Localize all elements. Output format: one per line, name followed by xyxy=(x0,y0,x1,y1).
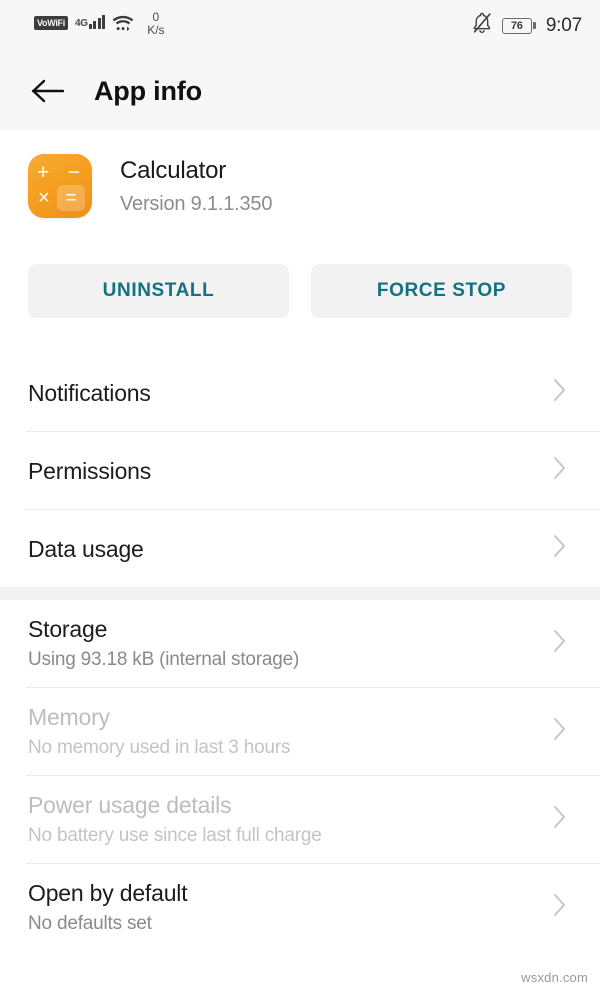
chevron-right-icon xyxy=(552,532,568,565)
bell-muted-icon xyxy=(472,12,492,39)
row-memory[interactable]: Memory No memory used in last 3 hours xyxy=(0,688,600,775)
row-title: Notifications xyxy=(28,379,151,406)
row-title: Permissions xyxy=(28,457,152,484)
row-power-usage-details[interactable]: Power usage details No battery use since… xyxy=(0,776,600,863)
app-meta: Calculator Version 9.1.1.350 xyxy=(120,154,272,218)
page-title: App info xyxy=(94,75,202,106)
back-arrow-icon[interactable] xyxy=(28,71,68,111)
times-glyph: × xyxy=(38,187,50,209)
app-info-screen: VoWiFi 4G 0 K/s 76 9:07 App info + − × =… xyxy=(0,0,600,994)
action-buttons: UNINSTALL FORCE STOP xyxy=(0,264,600,318)
row-title: Power usage details xyxy=(28,792,232,818)
chevron-right-icon xyxy=(552,454,568,487)
row-subtitle: Using 93.18 kB (internal storage) xyxy=(28,649,300,670)
calculator-app-icon: + − × = xyxy=(28,154,92,218)
app-bar: App info xyxy=(0,52,600,130)
wifi-icon xyxy=(112,15,134,37)
row-subtitle: No battery use since last full charge xyxy=(28,825,322,846)
network-type-label-group: 4G xyxy=(75,19,88,29)
app-version: Version 9.1.1.350 xyxy=(120,193,273,215)
site-watermark: wsxdn.com xyxy=(521,970,588,985)
app-summary: + − × = Calculator Version 9.1.1.350 xyxy=(0,130,600,240)
data-rate-indicator: 0 K/s xyxy=(147,11,164,36)
settings-group-secondary: Storage Using 93.18 kB (internal storage… xyxy=(0,600,600,951)
row-data-usage[interactable]: Data usage xyxy=(0,510,600,587)
row-title: Storage xyxy=(28,616,108,642)
row-subtitle: No defaults set xyxy=(28,913,152,934)
row-permissions[interactable]: Permissions xyxy=(0,432,600,509)
status-bar-right: 76 9:07 xyxy=(472,12,582,39)
status-bar: VoWiFi 4G 0 K/s 76 9:07 xyxy=(0,0,600,52)
row-open-by-default[interactable]: Open by default No defaults set xyxy=(0,864,600,951)
status-bar-left: VoWiFi 4G 0 K/s xyxy=(34,10,165,37)
equals-glyph: = xyxy=(57,185,85,211)
row-notifications[interactable]: Notifications xyxy=(0,354,600,431)
network-type-label: 4G xyxy=(74,18,88,29)
chevron-right-icon xyxy=(552,715,568,748)
battery-indicator: 76 xyxy=(501,17,536,34)
row-title: Data usage xyxy=(28,535,144,562)
chevron-right-icon xyxy=(552,803,568,836)
battery-tip xyxy=(533,22,536,29)
settings-group-primary: Notifications Permissions Data usage xyxy=(0,354,600,587)
force-stop-button[interactable]: FORCE STOP xyxy=(311,264,572,318)
minus-glyph: − xyxy=(67,161,80,184)
row-title: Open by default xyxy=(28,880,188,906)
section-separator xyxy=(0,587,600,600)
battery-level-label: 76 xyxy=(501,17,532,34)
row-storage[interactable]: Storage Using 93.18 kB (internal storage… xyxy=(0,600,600,687)
signal-bars-icon xyxy=(88,14,106,29)
chevron-right-icon xyxy=(552,627,568,660)
status-bar-clock: 9:07 xyxy=(545,14,582,36)
app-name: Calculator xyxy=(120,157,227,184)
row-subtitle: No memory used in last 3 hours xyxy=(28,737,291,758)
chevron-right-icon xyxy=(552,891,568,924)
row-title: Memory xyxy=(28,704,110,730)
plus-glyph: + xyxy=(37,161,50,184)
cellular-signal-indicator: 4G xyxy=(75,14,106,29)
data-rate-value: 0 xyxy=(152,10,160,24)
uninstall-button[interactable]: UNINSTALL xyxy=(28,264,289,318)
data-rate-unit: K/s xyxy=(147,22,165,37)
chevron-right-icon xyxy=(552,376,568,409)
vowifi-badge: VoWiFi xyxy=(34,16,68,30)
